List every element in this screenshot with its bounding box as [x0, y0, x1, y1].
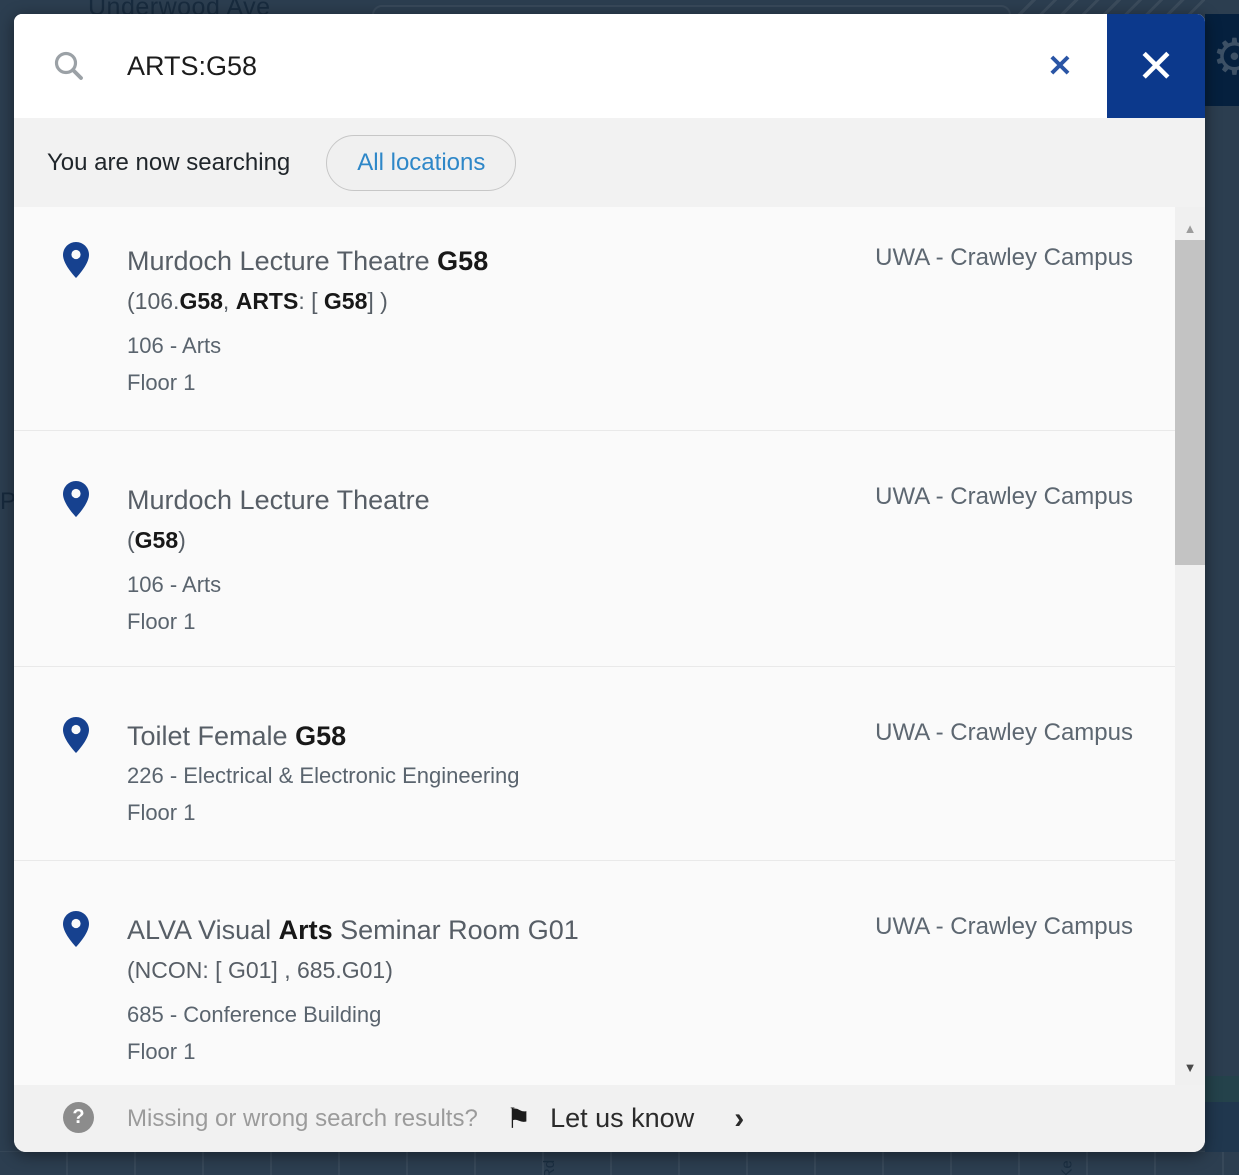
flag-icon: ⚑: [506, 1103, 532, 1134]
settings-gear-icon[interactable]: ⚙: [1212, 32, 1239, 82]
close-search-button[interactable]: ✕: [1107, 14, 1205, 118]
scrollbar-up-arrow-icon[interactable]: ▲: [1175, 221, 1205, 236]
result-campus: UWA - Crawley Campus: [875, 244, 1133, 271]
search-result-item[interactable]: Murdoch Lecture Theatre G58 (106.G58, AR…: [14, 207, 1175, 430]
map-feature-band: [1205, 1102, 1239, 1152]
result-detail: (NCON: [ G01] , 685.G01): [127, 957, 393, 983]
search-results: Murdoch Lecture Theatre G58 (106.G58, AR…: [14, 207, 1205, 1085]
all-locations-button[interactable]: All locations: [326, 134, 517, 191]
location-pin-icon: [63, 717, 89, 758]
search-result-item[interactable]: Murdoch Lecture Theatre (G58) 106 - Arts…: [14, 430, 1175, 666]
result-building: 106 - Arts: [127, 572, 222, 597]
location-pin-icon: [63, 481, 89, 522]
search-panel: ARTS:G58 ✕ ✕ You are now searching All l…: [14, 14, 1205, 1152]
location-pin-icon: [63, 242, 89, 283]
campus-map-background: Underwood Ave P Rd Ke ⚙ ARTS:G58 ✕ ✕ You…: [0, 0, 1239, 1175]
result-title: Toilet Female G58: [127, 721, 347, 751]
search-icon: [52, 49, 86, 88]
result-floor: Floor 1: [127, 370, 196, 395]
result-building: 226 - Electrical & Electronic Engineerin…: [127, 763, 520, 788]
scrollbar-thumb[interactable]: [1175, 240, 1205, 565]
feedback-question-label: Missing or wrong search results?: [127, 1104, 478, 1132]
map-bottom-strip: Rd Ke: [0, 1151, 1239, 1175]
result-floor: Floor 1: [127, 800, 196, 825]
map-diagonal-roads: [1015, 0, 1205, 14]
scrollbar-down-arrow-icon[interactable]: ▼: [1175, 1060, 1205, 1075]
search-results-list: Murdoch Lecture Theatre G58 (106.G58, AR…: [14, 207, 1175, 1085]
search-scope-row: You are now searching All locations: [14, 118, 1205, 207]
search-result-item[interactable]: Toilet Female G58 226 - Electrical & Ele…: [14, 666, 1175, 860]
result-campus: UWA - Crawley Campus: [875, 719, 1133, 746]
map-toolbar-corner: ⚙: [1205, 14, 1239, 106]
result-building: 685 - Conference Building: [127, 1002, 382, 1027]
result-floor: Floor 1: [127, 1039, 196, 1064]
result-building: 106 - Arts: [127, 333, 222, 358]
result-title: Murdoch Lecture Theatre G58: [127, 246, 489, 276]
results-scrollbar[interactable]: ▲ ▼: [1175, 207, 1205, 1085]
result-detail: (G58): [127, 527, 186, 553]
result-title: ALVA Visual Arts Seminar Room G01: [127, 915, 579, 945]
result-campus: UWA - Crawley Campus: [875, 483, 1133, 510]
search-result-item[interactable]: ALVA Visual Arts Seminar Room G01 (NCON:…: [14, 860, 1175, 1085]
result-floor: Floor 1: [127, 609, 196, 634]
search-input[interactable]: ARTS:G58: [127, 14, 257, 118]
map-street-label-vertical: Rd: [541, 1159, 559, 1175]
result-detail: (106.G58, ARTS: [ G58] ): [127, 288, 388, 314]
location-pin-icon: [63, 911, 89, 952]
chevron-right-icon: ›: [734, 1101, 745, 1135]
map-feature-band: [1205, 1076, 1239, 1102]
searching-label: You are now searching: [47, 148, 291, 176]
let-us-know-button[interactable]: ⚑ Let us know ›: [506, 1085, 744, 1152]
help-icon: ?: [63, 1102, 94, 1133]
let-us-know-label: Let us know: [550, 1103, 695, 1133]
result-campus: UWA - Crawley Campus: [875, 913, 1133, 940]
search-bar: ARTS:G58 ✕ ✕: [14, 14, 1205, 118]
clear-search-button[interactable]: ✕: [1037, 14, 1083, 118]
search-feedback-footer: ? Missing or wrong search results? ⚑ Let…: [14, 1085, 1205, 1152]
map-street-label-vertical: Ke: [1058, 1160, 1076, 1175]
result-title: Murdoch Lecture Theatre: [127, 485, 430, 515]
